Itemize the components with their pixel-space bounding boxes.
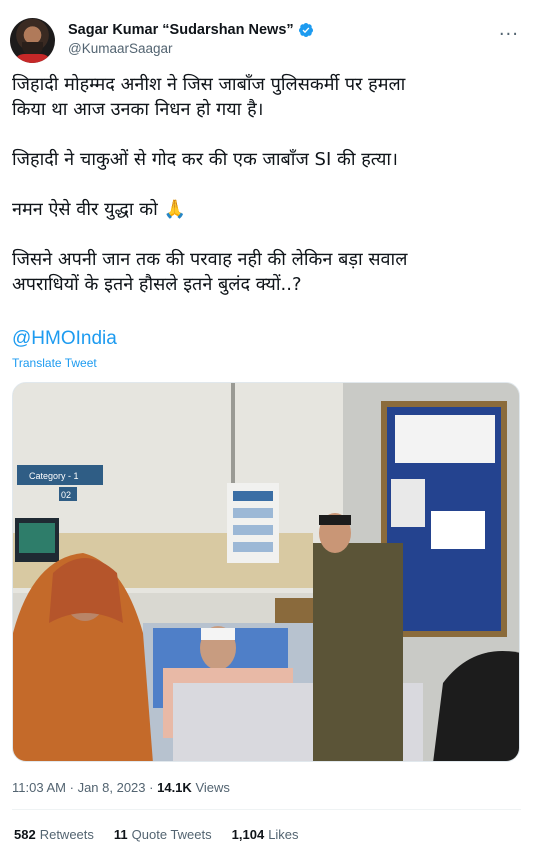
meta-separator: · <box>69 780 74 795</box>
tweet-paragraph: नमन ऐसे वीर युद्धा को 🙏 <box>12 199 186 220</box>
author-avatar[interactable] <box>10 18 55 63</box>
author-display-name-row[interactable]: Sagar Kumar “Sudarshan News” <box>68 22 314 38</box>
retweets-label: Retweets <box>39 827 94 842</box>
verified-badge-icon <box>298 23 313 37</box>
views-count: 14.1K <box>157 780 192 795</box>
mention-link[interactable]: @HMOIndia <box>12 328 117 350</box>
quote-tweets-stat[interactable]: 11 Quote Tweets <box>114 827 212 842</box>
author-handle[interactable]: @KumaarSaagar <box>68 41 314 56</box>
tweet-paragraph: जिहादी मोहम्मद अनीश ने जिस जाबाँज पुलिसक… <box>12 74 406 120</box>
retweets-count: 582 <box>14 827 36 842</box>
tweet-text: जिहादी मोहम्मद अनीश ने जिस जाबाँज पुलिसक… <box>12 72 517 297</box>
meta-separator: · <box>149 780 154 795</box>
translate-tweet-link[interactable]: Translate Tweet <box>12 356 97 370</box>
likes-label: Likes <box>268 827 299 842</box>
photo-sign-number: 02 <box>61 490 71 500</box>
tweet-stats: 582 Retweets 11 Quote Tweets 1,104 Likes <box>14 827 299 842</box>
tweet-paragraph: जिसने अपनी जान तक की परवाह नही की लेकिन … <box>12 249 408 295</box>
views-label: Views <box>195 780 230 795</box>
author-display-name[interactable]: Sagar Kumar “Sudarshan News” <box>68 22 294 38</box>
author-name-block: Sagar Kumar “Sudarshan News” @KumaarSaag… <box>68 22 314 56</box>
tweet-paragraph: जिहादी ने चाकुओं से गोद कर की एक जाबाँज … <box>12 149 398 170</box>
quotes-label: Quote Tweets <box>131 827 212 842</box>
retweets-stat[interactable]: 582 Retweets <box>14 827 94 842</box>
tweet-photo[interactable]: Category - 1 02 <box>12 382 520 762</box>
likes-count: 1,104 <box>231 827 265 842</box>
more-options-icon[interactable]: ··· <box>499 24 519 45</box>
tweet-header: Sagar Kumar “Sudarshan News” @KumaarSaag… <box>10 12 523 68</box>
likes-stat[interactable]: 1,104 Likes <box>232 827 299 842</box>
hospital-photo-illustration: Category - 1 02 <box>13 383 519 761</box>
photo-sign-text: Category - 1 <box>29 471 79 481</box>
avatar-shirt <box>14 54 51 63</box>
divider <box>12 809 521 810</box>
tweet-date[interactable]: Jan 8, 2023 <box>78 780 146 795</box>
tweet-time[interactable]: 11:03 AM <box>12 780 66 795</box>
tweet-meta: 11:03 AM · Jan 8, 2023 · 14.1K Views <box>12 780 230 795</box>
quotes-count: 11 <box>113 827 128 842</box>
